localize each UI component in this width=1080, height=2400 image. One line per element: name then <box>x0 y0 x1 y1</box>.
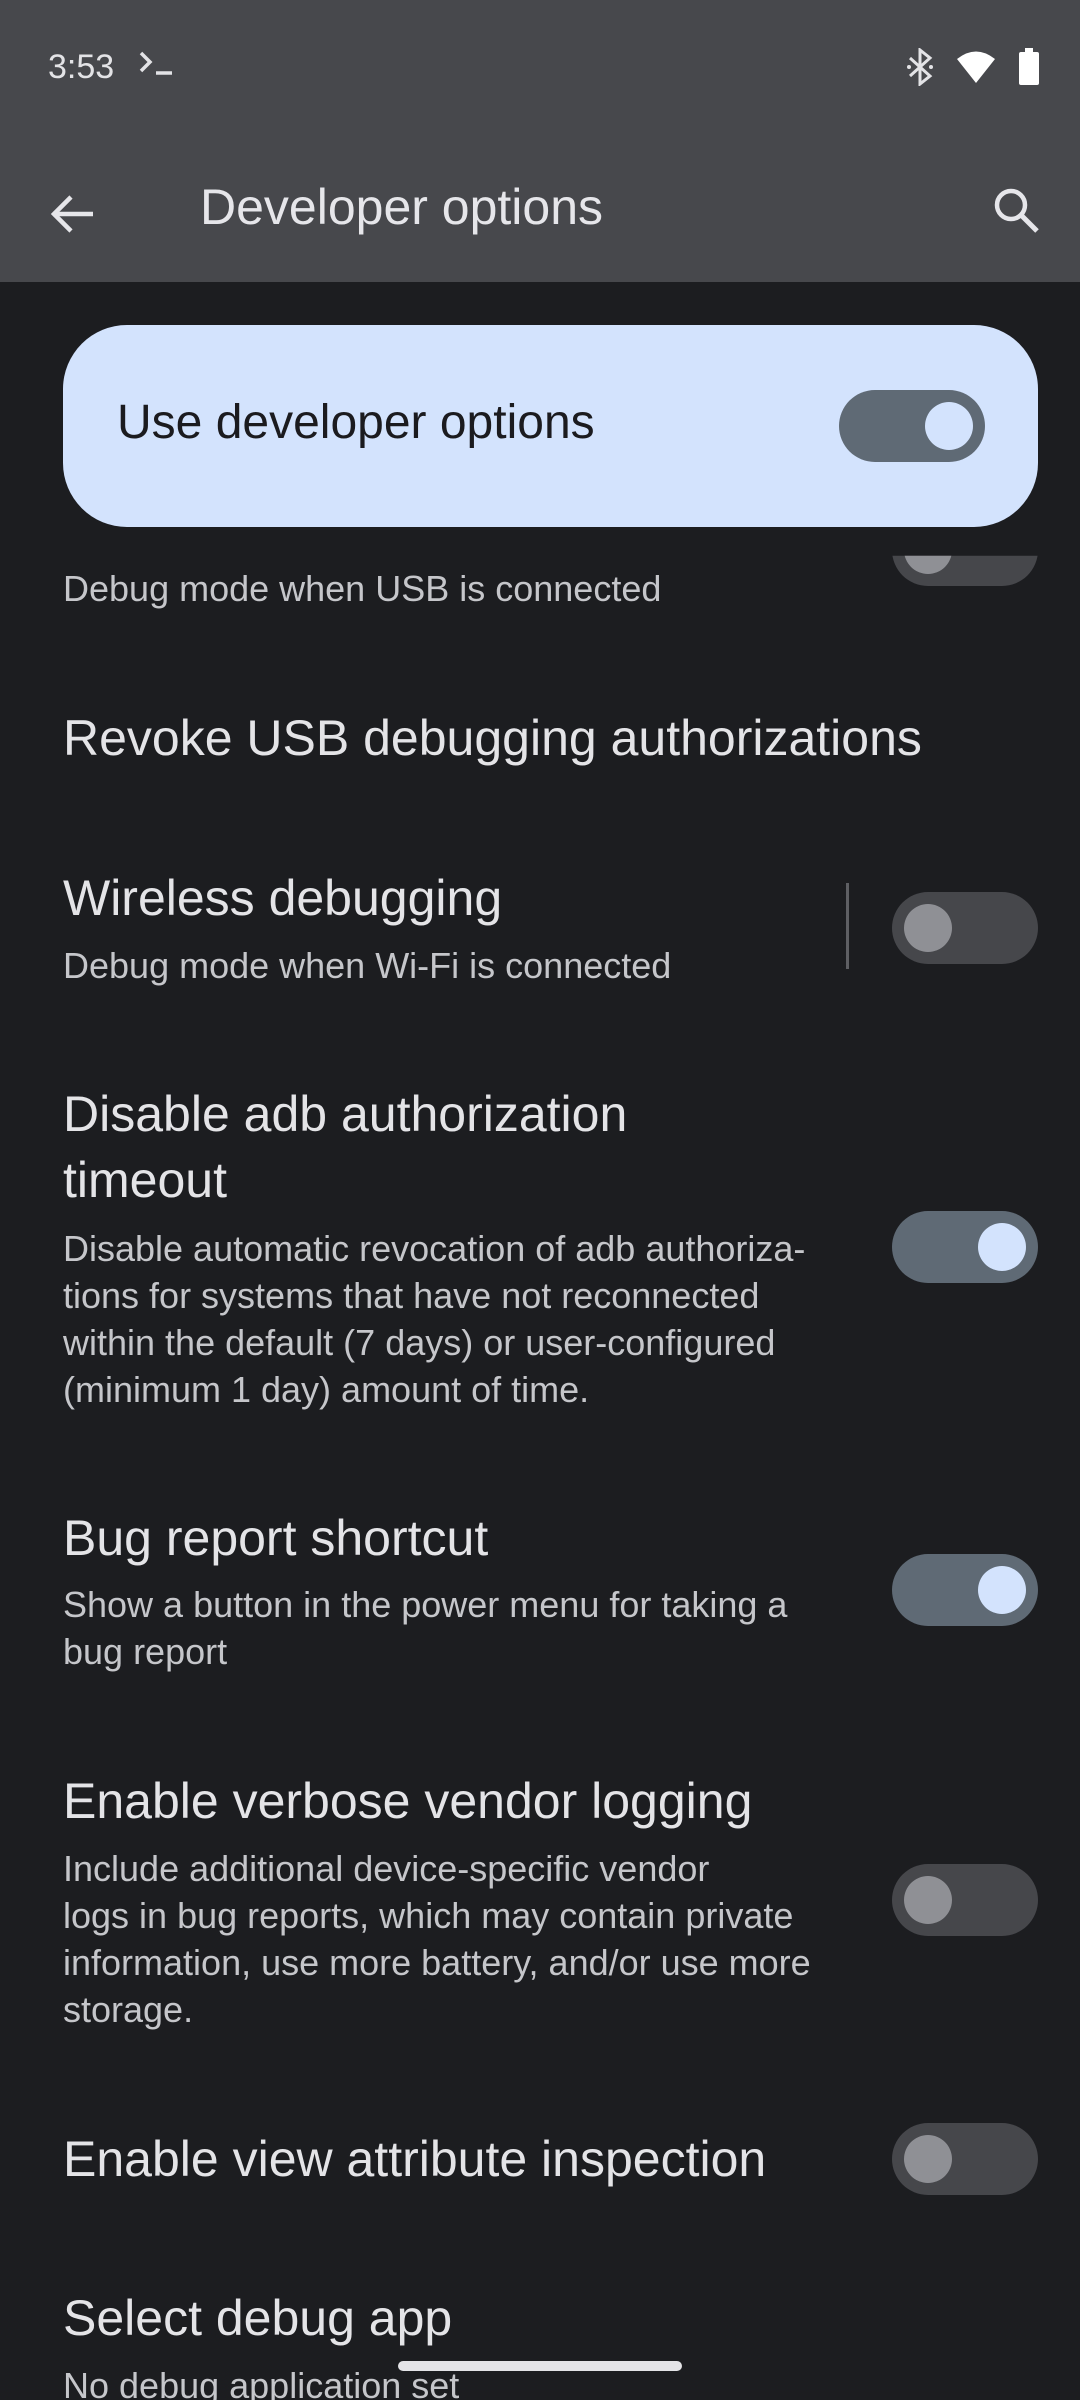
wireless-debugging-title[interactable]: Wireless debugging <box>63 866 502 930</box>
verbose-vendor-logging-summary-line1: Include additional device-specific vendo… <box>63 1848 710 1889</box>
divider <box>846 883 849 969</box>
use-developer-options-switch[interactable] <box>839 390 985 462</box>
bug-report-shortcut-switch[interactable] <box>892 1554 1038 1626</box>
use-developer-options-label: Use developer options <box>117 396 595 449</box>
use-developer-options-card[interactable]: Use developer options <box>63 325 1038 527</box>
switch-thumb <box>904 904 952 952</box>
bug-report-shortcut-title[interactable]: Bug report shortcut <box>63 1506 488 1570</box>
app-bar: Developer options <box>0 140 1080 282</box>
search-button[interactable] <box>976 170 1056 250</box>
wifi-icon <box>956 50 996 89</box>
switch-thumb <box>978 1566 1026 1614</box>
switch-thumb <box>904 1876 952 1924</box>
arrow-back-icon <box>50 195 93 233</box>
page-title: Developer options <box>200 179 604 235</box>
disable-adb-timeout-summary-line4: (minimum 1 day) amount of time. <box>63 1369 590 1410</box>
wireless-debugging-summary: Debug mode when Wi-Fi is connected <box>63 945 672 986</box>
disable-adb-timeout-title-line1[interactable]: Disable adb authorization <box>63 1082 627 1146</box>
status-bar: 3:53 <box>0 0 1080 140</box>
bug-report-shortcut-summary-line1: Show a button in the power menu for taki… <box>63 1584 788 1625</box>
verbose-vendor-logging-switch[interactable] <box>892 1864 1038 1936</box>
bug-report-shortcut-summary-line2: bug report <box>63 1631 228 1672</box>
wireless-debugging-switch[interactable] <box>892 892 1038 964</box>
disable-adb-timeout-summary-line2: tions for systems that have not reconnec… <box>63 1275 760 1316</box>
status-time: 3:53 <box>48 48 115 86</box>
usb-debugging-summary: Debug mode when USB is connected <box>63 568 662 609</box>
verbose-vendor-logging-title[interactable]: Enable verbose vendor logging <box>63 1769 752 1833</box>
switch-thumb <box>978 1223 1026 1271</box>
switch-thumb <box>904 2135 952 2183</box>
battery-icon <box>1018 48 1040 91</box>
status-icons <box>906 46 1040 91</box>
view-attribute-inspection-switch[interactable] <box>892 2123 1038 2195</box>
gesture-nav-handle[interactable] <box>398 2361 682 2371</box>
switch-thumb <box>925 402 973 450</box>
developer-options-screen: 3:53 Developer options Debug mode when U… <box>0 0 1080 2400</box>
disable-adb-timeout-switch[interactable] <box>892 1211 1038 1283</box>
verbose-vendor-logging-summary-line4: storage. <box>63 1989 194 2030</box>
switch-thumb <box>904 555 952 574</box>
verbose-vendor-logging-summary-line3: information, use more battery, and/or us… <box>63 1942 811 1983</box>
verbose-vendor-logging-summary-line2: logs in bug reports, which may contain p… <box>63 1895 794 1936</box>
view-attribute-inspection-title[interactable]: Enable view attribute inspection <box>63 2127 766 2191</box>
revoke-usb-debugging-item[interactable]: Revoke USB debugging authorizations <box>63 706 922 770</box>
back-button[interactable] <box>34 176 110 252</box>
select-debug-app-title[interactable]: Select debug app <box>63 2286 452 2350</box>
terminal-icon <box>138 46 178 87</box>
disable-adb-timeout-summary-line1: Disable automatic revocation of adb auth… <box>63 1228 806 1269</box>
disable-adb-timeout-title-line2[interactable]: timeout <box>63 1148 227 1212</box>
disable-adb-timeout-summary-line3: within the default (7 days) or user-conf… <box>63 1322 776 1363</box>
search-icon <box>994 188 1039 233</box>
bluetooth-icon <box>906 46 934 91</box>
